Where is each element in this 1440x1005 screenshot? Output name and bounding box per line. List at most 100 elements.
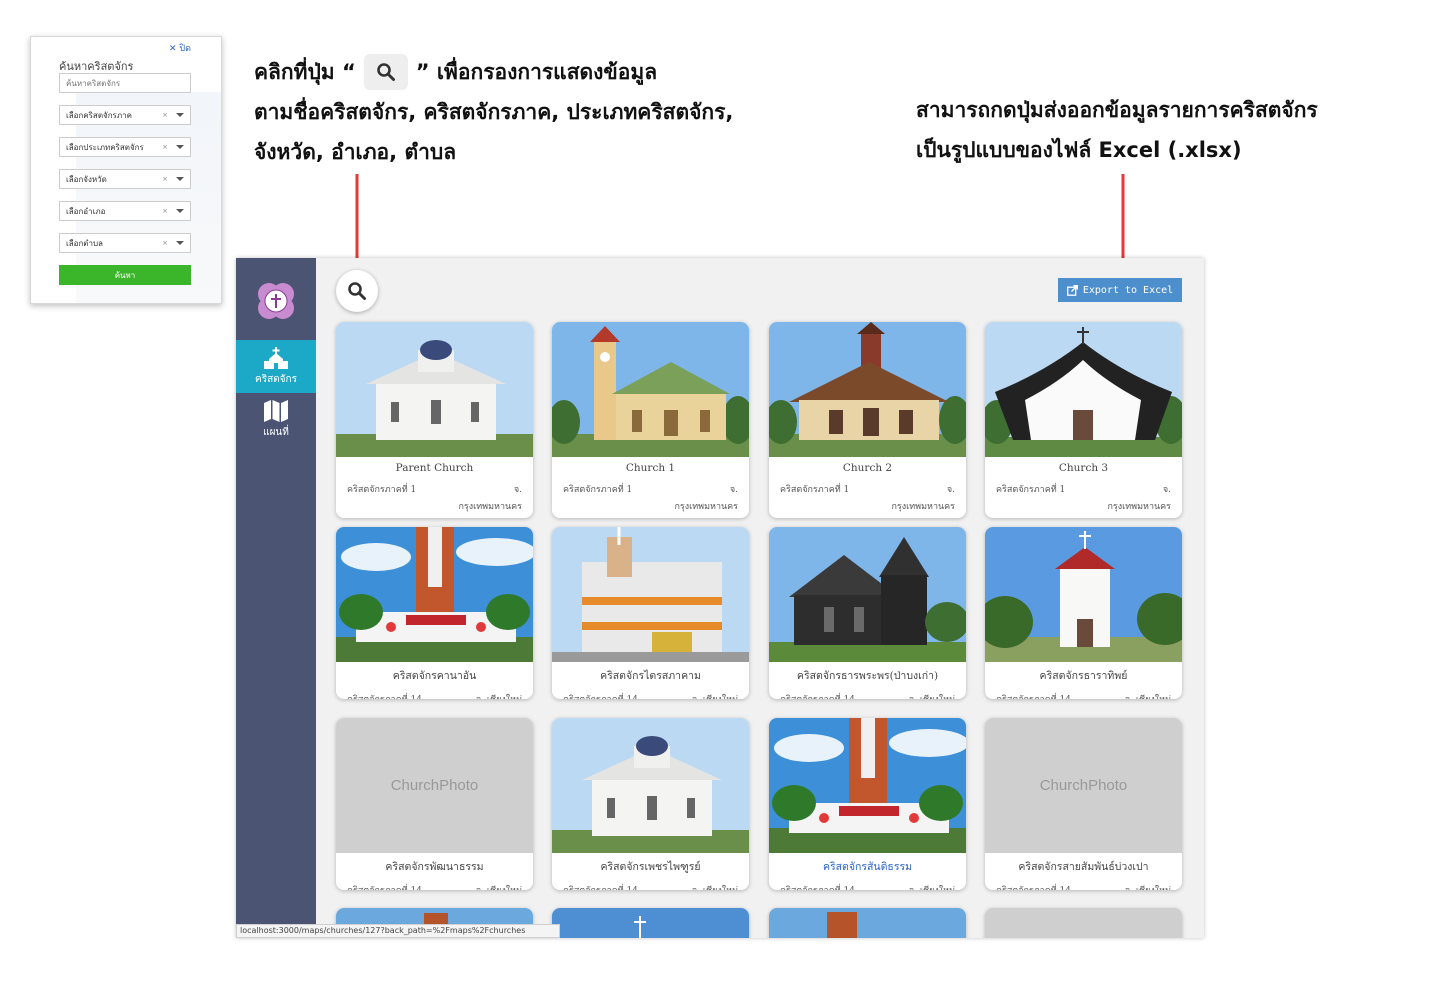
chevron-down-icon [176, 145, 184, 149]
church-name: Parent Church [395, 462, 474, 474]
church-name: คริสตจักรไตรสภาคาม [600, 670, 701, 682]
external-link-icon [1066, 284, 1078, 296]
annotation-text: คลิกที่ปุ่ม “ [254, 60, 356, 84]
church-district: คริสตจักรภาคที่ 14 [347, 692, 422, 699]
church-name: Church 1 [625, 462, 676, 474]
annotation-text: ” เพื่อกรองการแสดงข้อมูล [415, 60, 658, 84]
clear-icon[interactable]: × [162, 111, 168, 119]
church-icon [264, 346, 288, 369]
church-meta: คริสตจักรภาคที่ 14 จ. เชียงใหม่ [769, 692, 966, 699]
status-url: localhost:3000/maps/churches/127?back_pa… [236, 924, 560, 938]
church-province: จ. [946, 485, 955, 495]
church-name[interactable]: คริสตจักรสันติธรรม [769, 858, 966, 875]
church-district: คริสตจักรภาคที่ 14 [780, 883, 855, 890]
church-meta: คริสตจักรภาคที่ 14 จ. เชียงใหม่ [985, 692, 1182, 699]
church-province: จ. เชียงใหม่ [909, 883, 955, 890]
church-card[interactable]: คริสตจักรคานาอันคริสตจักรภาคที่ 14 จ. เชี… [336, 527, 533, 699]
church-card[interactable]: Church 1 คริสตจักรภาคที่ 1 จ. กรุงเทพมหานคร [552, 322, 749, 518]
church-photo [985, 527, 1182, 662]
church-card[interactable]: Parent Church คริสตจักรภาคที่ 1 จ. กรุงเทพม… [336, 322, 533, 518]
sidebar: คริสตจักร แผนที่ [236, 258, 316, 938]
church-meta: คริสตจักรภาคที่ 1 จ. [985, 482, 1182, 496]
church-district: คริสตจักรภาคที่ 14 [563, 692, 638, 699]
church-photo [552, 322, 749, 457]
church-province: จ. เชียงใหม่ [476, 692, 522, 699]
logo[interactable] [255, 280, 297, 322]
church-card[interactable]: คริสตจักรเพชรไพฑูรย์คริสตจักรภาคที่ 14 จ.… [552, 718, 749, 890]
church-photo [336, 322, 533, 457]
church-photo [985, 322, 1182, 457]
annotation-export: สามารถกดปุ่มส่งออกข้อมูลรายการคริสตจักร … [916, 90, 1318, 170]
select-label: เลือกจังหวัด [66, 174, 107, 184]
church-photo [336, 527, 533, 662]
church-district: คริสตจักรภาคที่ 1 [996, 485, 1066, 495]
church-card[interactable] [985, 908, 1182, 938]
select-church-district[interactable]: เลือกคริสตจักรภาค × [59, 105, 191, 125]
chevron-down-icon [176, 177, 184, 181]
church-card[interactable]: Church 2 คริสตจักรภาคที่ 1 จ. กรุงเทพมหานคร [769, 322, 966, 518]
annotation-text: ตามชื่อคริสตจักร, คริสตจักรภาค, ประเภทคร… [254, 100, 734, 124]
church-province: จ. เชียงใหม่ [692, 883, 738, 890]
church-meta: คริสตจักรภาคที่ 14 จ. เชียงใหม่ [769, 883, 966, 890]
select-label: เลือกอำเภอ [66, 206, 106, 216]
chevron-down-icon [176, 209, 184, 213]
clear-icon[interactable]: × [162, 143, 168, 151]
church-card[interactable] [769, 908, 966, 938]
church-province-name: กรุงเทพมหานคร [674, 502, 738, 512]
church-name: Church 3 [1058, 462, 1109, 474]
church-card[interactable]: คริสตจักรสันติธรรมคริสตจักรภาคที่ 14 จ. เ… [769, 718, 966, 890]
church-province-name: กรุงเทพมหานคร [1107, 502, 1171, 512]
sidebar-item-churches[interactable]: คริสตจักร [236, 340, 316, 393]
church-province: จ. เชียงใหม่ [1125, 692, 1171, 699]
app-window: คริสตจักร แผนที่ Export to Excel Parent … [236, 258, 1204, 938]
annotation-text: จังหวัด, อำเภอ, ตำบล [254, 140, 457, 164]
church-name: คริสตจักรพัฒนาธรรม [385, 861, 484, 873]
annotation-text: เป็นรูปแบบของไฟล์ Excel (.xlsx) [916, 138, 1242, 162]
church-district: คริสตจักรภาคที่ 1 [563, 485, 633, 495]
export-excel-button[interactable]: Export to Excel [1058, 278, 1182, 302]
church-name: Church 2 [842, 462, 893, 474]
clear-icon[interactable]: × [162, 207, 168, 215]
church-card[interactable]: ChurchPhoto คริสตจักรพัฒนาธรรมคริสตจักรภา… [336, 718, 533, 890]
church-name: คริสตจักรสายสัมพันธ์บ่วงเปา [1018, 861, 1149, 873]
search-icon [363, 54, 408, 90]
select-province[interactable]: เลือกจังหวัด × [59, 169, 191, 189]
church-province: จ. เชียงใหม่ [1125, 883, 1171, 890]
clear-icon[interactable]: × [162, 175, 168, 183]
export-label: Export to Excel [1082, 284, 1174, 296]
church-district: คริสตจักรภาคที่ 14 [563, 883, 638, 890]
select-amphoe[interactable]: เลือกอำเภอ × [59, 201, 191, 221]
select-label: เลือกตำบล [66, 238, 103, 248]
photo-placeholder: ChurchPhoto [985, 718, 1182, 853]
church-card[interactable]: ChurchPhoto คริสตจักรสายสัมพันธ์บ่วงเปาคร… [985, 718, 1182, 890]
church-meta: คริสตจักรภาคที่ 14 จ. เชียงใหม่ [336, 692, 533, 699]
church-card[interactable]: คริสตจักรธารพระพร(ป่าบงเก่า) คริสตจักรภาค… [769, 527, 966, 699]
filter-search-button[interactable]: ค้นหา [59, 265, 191, 285]
church-name: คริสตจักรธาราทิพย์ [1039, 670, 1128, 682]
church-card[interactable]: Church 3 คริสตจักรภาคที่ 1 จ. กรุงเทพมหานคร [985, 322, 1182, 518]
church-search-input[interactable] [59, 73, 191, 93]
church-card[interactable]: คริสตจักรไตรสภาคามคริสตจักรภาคที่ 14 จ. เ… [552, 527, 749, 699]
filter-panel: ✕ ปิด ค้นหาคริสตจักร เลือกคริสตจักรภาค ×… [30, 36, 222, 304]
map-icon [264, 399, 288, 422]
church-meta: คริสตจักรภาคที่ 1 จ. [336, 482, 533, 496]
church-photo [769, 527, 966, 662]
church-province: จ. [1162, 485, 1171, 495]
select-church-type[interactable]: เลือกประเภทคริสตจักร × [59, 137, 191, 157]
filter-toggle-button[interactable] [336, 270, 378, 312]
church-card[interactable] [552, 908, 749, 938]
sidebar-item-map[interactable]: แผนที่ [236, 393, 316, 446]
church-card[interactable]: คริสตจักรธาราทิพย์คริสตจักรภาคที่ 14 จ. เ… [985, 527, 1182, 699]
close-button[interactable]: ✕ ปิด [169, 41, 191, 55]
church-province-name: กรุงเทพมหานคร [458, 502, 522, 512]
church-district: คริสตจักรภาคที่ 14 [996, 692, 1071, 699]
main-content: Export to Excel Parent Church คริสตจักรภา… [316, 258, 1204, 938]
church-meta: คริสตจักรภาคที่ 1 จ. [552, 482, 749, 496]
church-photo [552, 908, 749, 938]
search-icon [348, 282, 366, 300]
church-photo [769, 322, 966, 457]
clear-icon[interactable]: × [162, 239, 168, 247]
select-tambon[interactable]: เลือกตำบล × [59, 233, 191, 253]
church-province: จ. เชียงใหม่ [692, 692, 738, 699]
church-photo [769, 908, 966, 938]
